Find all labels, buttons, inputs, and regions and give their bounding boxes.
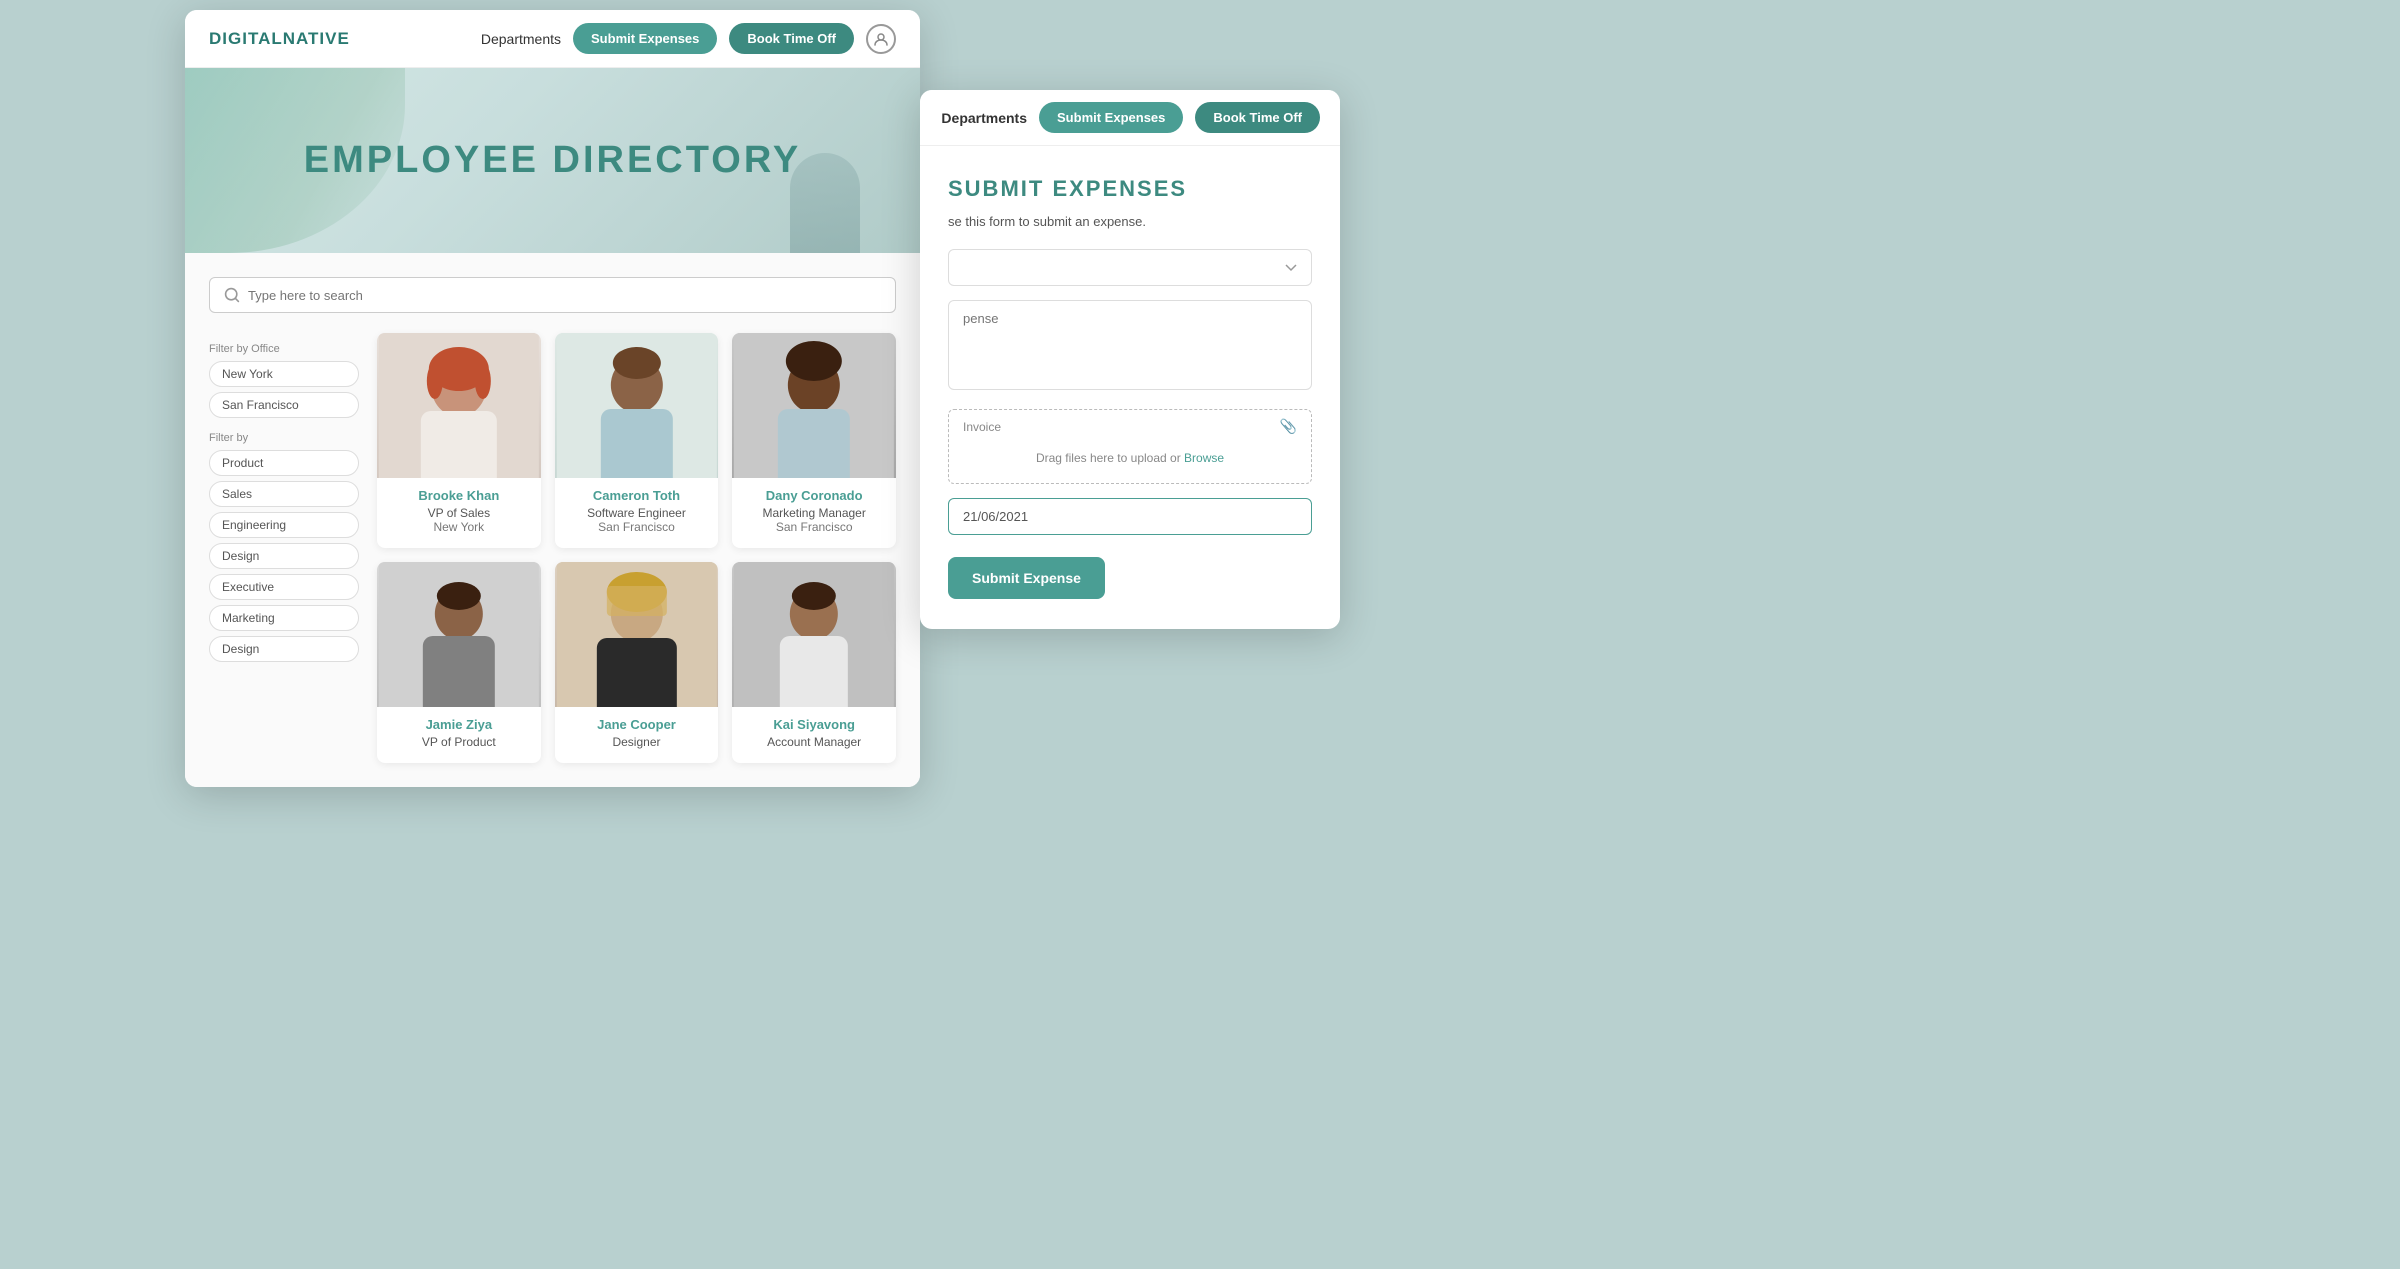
invoice-label: Invoice bbox=[963, 420, 1001, 434]
upload-area: Invoice 📎 Drag files here to upload or B… bbox=[948, 409, 1312, 484]
search-bar-container bbox=[209, 277, 896, 313]
popup-nav-book-time-off-btn[interactable]: Book Time Off bbox=[1195, 102, 1320, 133]
employee-role-cameron: Software Engineer bbox=[555, 506, 719, 520]
filter-dept-label: Filter by bbox=[209, 432, 359, 444]
popup-subtitle: se this form to submit an expense. bbox=[948, 214, 1312, 229]
employee-name-brooke: Brooke Khan bbox=[377, 488, 541, 503]
employee-office-dany: San Francisco bbox=[732, 520, 896, 534]
photo-jamie bbox=[377, 562, 541, 707]
search-icon bbox=[224, 287, 240, 303]
photo-brooke bbox=[377, 333, 541, 478]
user-icon[interactable] bbox=[866, 24, 896, 54]
employee-card-jane[interactable]: Jane Cooper Designer bbox=[555, 562, 719, 763]
employee-card-brooke[interactable]: Brooke Khan VP of Sales New York bbox=[377, 333, 541, 548]
employee-card-kai[interactable]: Kai Siyavong Account Manager bbox=[732, 562, 896, 763]
filter-marketing[interactable]: Marketing bbox=[209, 605, 359, 631]
popup-nav-departments[interactable]: Departments bbox=[941, 110, 1027, 126]
employee-grid: Brooke Khan VP of Sales New York bbox=[377, 333, 896, 763]
main-nav: DIGITALNATIVE Departments Submit Expense… bbox=[185, 10, 920, 68]
upload-drop-zone[interactable]: Drag files here to upload or Browse bbox=[963, 441, 1297, 475]
kai-photo-svg bbox=[732, 562, 896, 707]
employee-card-dany[interactable]: Dany Coronado Marketing Manager San Fran… bbox=[732, 333, 896, 548]
filter-executive[interactable]: Executive bbox=[209, 574, 359, 600]
employee-name-jamie: Jamie Ziya bbox=[377, 717, 541, 732]
search-input[interactable] bbox=[248, 288, 881, 303]
nav-submit-expenses-btn[interactable]: Submit Expenses bbox=[573, 23, 717, 54]
dany-photo-svg bbox=[732, 333, 896, 478]
employee-name-dany: Dany Coronado bbox=[732, 488, 896, 503]
employee-name-cameron: Cameron Toth bbox=[555, 488, 719, 503]
description-group bbox=[948, 300, 1312, 395]
filter-office-label: Filter by Office bbox=[209, 343, 359, 355]
employee-role-jamie: VP of Product bbox=[377, 735, 541, 749]
employee-role-dany: Marketing Manager bbox=[732, 506, 896, 520]
employee-name-jane: Jane Cooper bbox=[555, 717, 719, 732]
cameron-photo-svg bbox=[555, 333, 719, 478]
paperclip-icon: 📎 bbox=[1280, 418, 1297, 435]
directory-body: Filter by Office New York San Francisco … bbox=[185, 253, 920, 787]
popup-body: SUBMIT EXPENSES se this form to submit a… bbox=[920, 146, 1340, 629]
date-group bbox=[948, 498, 1312, 535]
nav-departments[interactable]: Departments bbox=[481, 31, 561, 47]
employee-name-kai: Kai Siyavong bbox=[732, 717, 896, 732]
invoice-group: Invoice 📎 Drag files here to upload or B… bbox=[948, 409, 1312, 484]
description-textarea[interactable] bbox=[948, 300, 1312, 390]
employee-role-jane: Designer bbox=[555, 735, 719, 749]
upload-label-row: Invoice 📎 bbox=[963, 418, 1297, 435]
popup-title: SUBMIT EXPENSES bbox=[948, 176, 1312, 202]
photo-jane bbox=[555, 562, 719, 707]
main-window: DIGITALNATIVE Departments Submit Expense… bbox=[185, 10, 920, 787]
main-logo: DIGITALNATIVE bbox=[209, 29, 350, 49]
employee-card-cameron[interactable]: Cameron Toth Software Engineer San Franc… bbox=[555, 333, 719, 548]
filter-sales[interactable]: Sales bbox=[209, 481, 359, 507]
filter-san-francisco[interactable]: San Francisco bbox=[209, 392, 359, 418]
main-content-area: Filter by Office New York San Francisco … bbox=[209, 333, 896, 763]
nav-book-time-off-btn[interactable]: Book Time Off bbox=[729, 23, 854, 54]
employee-office-brooke: New York bbox=[377, 520, 541, 534]
jamie-photo-svg bbox=[377, 562, 541, 707]
employee-role-kai: Account Manager bbox=[732, 735, 896, 749]
submit-expense-btn[interactable]: Submit Expense bbox=[948, 557, 1105, 599]
hero-title: EMPLOYEE DIRECTORY bbox=[304, 139, 801, 182]
photo-dany bbox=[732, 333, 896, 478]
filter-new-york[interactable]: New York bbox=[209, 361, 359, 387]
filter-product[interactable]: Product bbox=[209, 450, 359, 476]
date-input[interactable] bbox=[948, 498, 1312, 535]
hero-banner: EMPLOYEE DIRECTORY bbox=[185, 68, 920, 253]
jane-photo-svg bbox=[555, 562, 719, 707]
popup-nav-submit-expenses-btn[interactable]: Submit Expenses bbox=[1039, 102, 1183, 133]
main-nav-right: Departments Submit Expenses Book Time Of… bbox=[481, 23, 896, 54]
category-group: Travel Meals Equipment Other bbox=[948, 249, 1312, 286]
photo-cameron bbox=[555, 333, 719, 478]
filter-design[interactable]: Design bbox=[209, 543, 359, 569]
popup-nav: Departments Submit Expenses Book Time Of… bbox=[920, 90, 1340, 146]
employee-card-jamie[interactable]: Jamie Ziya VP of Product bbox=[377, 562, 541, 763]
browse-link[interactable]: Browse bbox=[1184, 451, 1224, 465]
photo-kai bbox=[732, 562, 896, 707]
upload-text: Drag files here to upload or bbox=[1036, 451, 1181, 465]
filter-design2[interactable]: Design bbox=[209, 636, 359, 662]
filter-sidebar: Filter by Office New York San Francisco … bbox=[209, 333, 359, 763]
employee-role-brooke: VP of Sales bbox=[377, 506, 541, 520]
user-svg-icon bbox=[874, 32, 888, 46]
category-select[interactable]: Travel Meals Equipment Other bbox=[948, 249, 1312, 286]
brooke-photo-svg bbox=[377, 333, 541, 478]
popup-window: Departments Submit Expenses Book Time Of… bbox=[920, 90, 1340, 629]
filter-engineering[interactable]: Engineering bbox=[209, 512, 359, 538]
employee-office-cameron: San Francisco bbox=[555, 520, 719, 534]
